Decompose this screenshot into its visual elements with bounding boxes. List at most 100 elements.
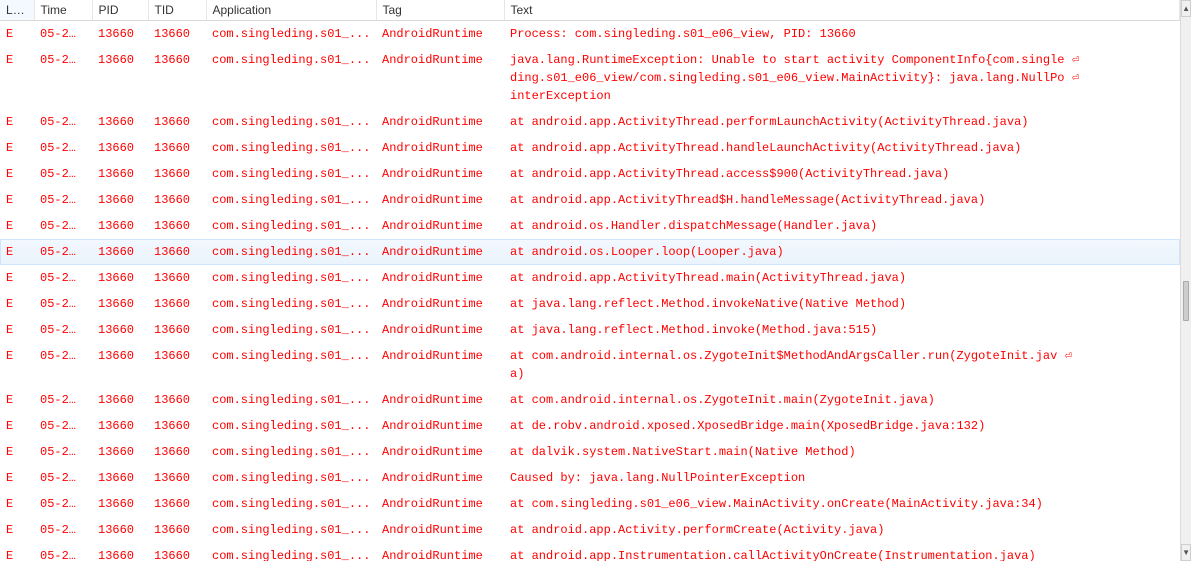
- cell-text: at dalvik.system.NativeStart.main(Native…: [504, 439, 1180, 465]
- cell-level: E: [0, 465, 34, 491]
- table-row[interactable]: E05-2…1366013660com.singleding.s01_...An…: [0, 543, 1180, 561]
- col-tag[interactable]: Tag: [376, 0, 504, 21]
- cell-time: 05-2…: [34, 317, 92, 343]
- cell-tag: AndroidRuntime: [376, 517, 504, 543]
- cell-app: com.singleding.s01_...: [206, 135, 376, 161]
- cell-tid: 13660: [148, 135, 206, 161]
- col-level[interactable]: Le…: [0, 0, 34, 21]
- cell-time: 05-2…: [34, 47, 92, 109]
- cell-app: com.singleding.s01_...: [206, 161, 376, 187]
- table-row[interactable]: E05-2…1366013660com.singleding.s01_...An…: [0, 413, 1180, 439]
- cell-tag: AndroidRuntime: [376, 265, 504, 291]
- table-row[interactable]: E05-2…1366013660com.singleding.s01_...An…: [0, 213, 1180, 239]
- col-tid[interactable]: TID: [148, 0, 206, 21]
- cell-level: E: [0, 387, 34, 413]
- cell-pid: 13660: [92, 387, 148, 413]
- cell-level: E: [0, 135, 34, 161]
- table-row[interactable]: E05-2…1366013660com.singleding.s01_...An…: [0, 439, 1180, 465]
- cell-pid: 13660: [92, 161, 148, 187]
- cell-tag: AndroidRuntime: [376, 47, 504, 109]
- cell-text: at android.app.ActivityThread.access$900…: [504, 161, 1180, 187]
- table-row[interactable]: E05-2…1366013660com.singleding.s01_...An…: [0, 465, 1180, 491]
- cell-text: at android.app.Activity.performCreate(Ac…: [504, 517, 1180, 543]
- cell-pid: 13660: [92, 491, 148, 517]
- table-row[interactable]: E05-2…1366013660com.singleding.s01_...An…: [0, 291, 1180, 317]
- cell-pid: 13660: [92, 213, 148, 239]
- cell-text: at com.android.internal.os.ZygoteInit.ma…: [504, 387, 1180, 413]
- cell-pid: 13660: [92, 135, 148, 161]
- cell-text: at java.lang.reflect.Method.invoke(Metho…: [504, 317, 1180, 343]
- vertical-scrollbar[interactable]: ▲ ▼: [1180, 0, 1191, 561]
- cell-tid: 13660: [148, 47, 206, 109]
- table-row[interactable]: E05-2…1366013660com.singleding.s01_...An…: [0, 265, 1180, 291]
- cell-tag: AndroidRuntime: [376, 413, 504, 439]
- cell-app: com.singleding.s01_...: [206, 543, 376, 561]
- log-table: Le… Time PID TID Application Tag Text E0…: [0, 0, 1180, 561]
- cell-time: 05-2…: [34, 109, 92, 135]
- cell-level: E: [0, 239, 34, 265]
- cell-level: E: [0, 291, 34, 317]
- scroll-down-button[interactable]: ▼: [1181, 544, 1191, 561]
- cell-level: E: [0, 265, 34, 291]
- cell-text: at de.robv.android.xposed.XposedBridge.m…: [504, 413, 1180, 439]
- table-row[interactable]: E05-2…1366013660com.singleding.s01_...An…: [0, 491, 1180, 517]
- cell-tag: AndroidRuntime: [376, 465, 504, 491]
- cell-tid: 13660: [148, 21, 206, 48]
- table-row[interactable]: E05-2…1366013660com.singleding.s01_...An…: [0, 47, 1180, 109]
- cell-text: Process: com.singleding.s01_e06_view, PI…: [504, 21, 1180, 48]
- table-row[interactable]: E05-2…1366013660com.singleding.s01_...An…: [0, 135, 1180, 161]
- cell-time: 05-2…: [34, 387, 92, 413]
- table-row[interactable]: E05-2…1366013660com.singleding.s01_...An…: [0, 239, 1180, 265]
- cell-tag: AndroidRuntime: [376, 343, 504, 387]
- cell-app: com.singleding.s01_...: [206, 387, 376, 413]
- cell-pid: 13660: [92, 239, 148, 265]
- cell-pid: 13660: [92, 517, 148, 543]
- cell-level: E: [0, 491, 34, 517]
- cell-level: E: [0, 413, 34, 439]
- table-row[interactable]: E05-2…1366013660com.singleding.s01_...An…: [0, 343, 1180, 387]
- cell-time: 05-2…: [34, 239, 92, 265]
- cell-time: 05-2…: [34, 491, 92, 517]
- col-time[interactable]: Time: [34, 0, 92, 21]
- cell-tid: 13660: [148, 239, 206, 265]
- logcat-panel: Le… Time PID TID Application Tag Text E0…: [0, 0, 1180, 561]
- cell-tag: AndroidRuntime: [376, 317, 504, 343]
- cell-pid: 13660: [92, 47, 148, 109]
- scroll-track[interactable]: [1181, 17, 1191, 544]
- table-row[interactable]: E05-2…1366013660com.singleding.s01_...An…: [0, 387, 1180, 413]
- scroll-thumb[interactable]: [1183, 281, 1189, 321]
- scroll-up-button[interactable]: ▲: [1181, 0, 1191, 17]
- cell-tid: 13660: [148, 387, 206, 413]
- cell-app: com.singleding.s01_...: [206, 21, 376, 48]
- cell-tag: AndroidRuntime: [376, 161, 504, 187]
- cell-app: com.singleding.s01_...: [206, 239, 376, 265]
- cell-app: com.singleding.s01_...: [206, 413, 376, 439]
- table-row[interactable]: E05-2…1366013660com.singleding.s01_...An…: [0, 517, 1180, 543]
- table-row[interactable]: E05-2…1366013660com.singleding.s01_...An…: [0, 317, 1180, 343]
- cell-tid: 13660: [148, 465, 206, 491]
- col-text[interactable]: Text: [504, 0, 1180, 21]
- cell-pid: 13660: [92, 291, 148, 317]
- cell-level: E: [0, 21, 34, 48]
- cell-level: E: [0, 47, 34, 109]
- table-row[interactable]: E05-2…1366013660com.singleding.s01_...An…: [0, 161, 1180, 187]
- cell-tag: AndroidRuntime: [376, 187, 504, 213]
- cell-pid: 13660: [92, 439, 148, 465]
- table-row[interactable]: E05-2…1366013660com.singleding.s01_...An…: [0, 187, 1180, 213]
- cell-tag: AndroidRuntime: [376, 239, 504, 265]
- cell-tag: AndroidRuntime: [376, 135, 504, 161]
- cell-time: 05-2…: [34, 187, 92, 213]
- cell-pid: 13660: [92, 109, 148, 135]
- cell-text: at android.app.ActivityThread.main(Activ…: [504, 265, 1180, 291]
- table-row[interactable]: E05-2…1366013660com.singleding.s01_...An…: [0, 21, 1180, 48]
- cell-tid: 13660: [148, 439, 206, 465]
- cell-text: at com.singleding.s01_e06_view.MainActiv…: [504, 491, 1180, 517]
- cell-text: at android.os.Handler.dispatchMessage(Ha…: [504, 213, 1180, 239]
- cell-app: com.singleding.s01_...: [206, 47, 376, 109]
- cell-level: E: [0, 213, 34, 239]
- table-row[interactable]: E05-2…1366013660com.singleding.s01_...An…: [0, 109, 1180, 135]
- col-pid[interactable]: PID: [92, 0, 148, 21]
- cell-text: at java.lang.reflect.Method.invokeNative…: [504, 291, 1180, 317]
- cell-app: com.singleding.s01_...: [206, 109, 376, 135]
- col-application[interactable]: Application: [206, 0, 376, 21]
